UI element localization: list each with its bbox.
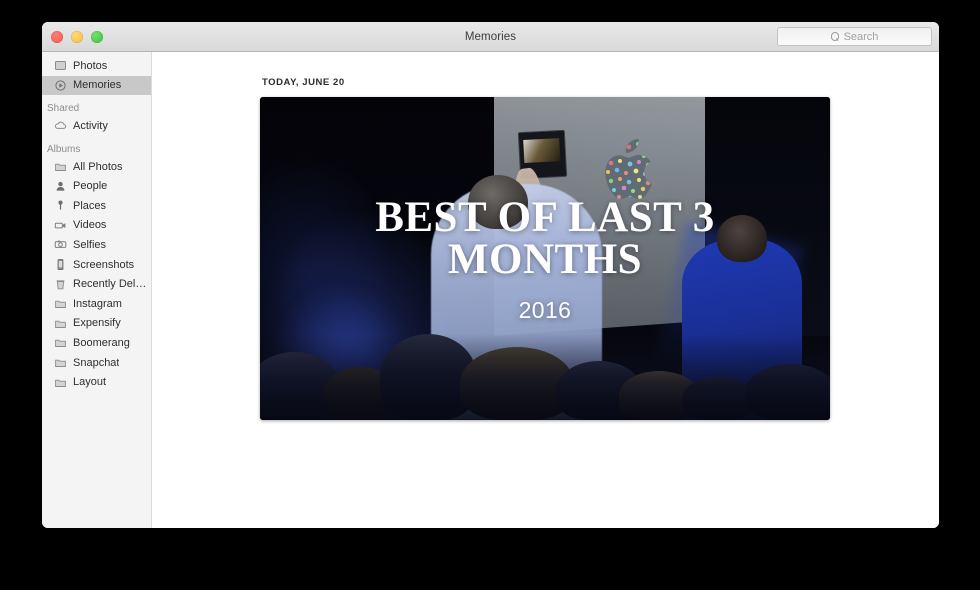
memory-photo bbox=[260, 97, 830, 420]
pin-icon bbox=[54, 199, 67, 212]
traffic-light-group bbox=[51, 31, 103, 43]
sidebar-item-label: Videos bbox=[73, 219, 107, 232]
sidebar-item-places[interactable]: Places bbox=[42, 196, 151, 216]
sidebar-item-expensify[interactable]: Expensify bbox=[42, 314, 151, 334]
sidebar-item-label: Places bbox=[73, 199, 107, 212]
album-icon bbox=[54, 356, 67, 369]
content-area: TODAY, JUNE 20 BEST OF LAST 3 MONTHS 201… bbox=[152, 52, 939, 528]
sidebar[interactable]: Photos Memories Shared Activity Albums A… bbox=[42, 52, 152, 528]
trash-icon bbox=[54, 278, 67, 291]
album-icon bbox=[54, 376, 67, 389]
sidebar-item-label: All Photos bbox=[73, 160, 123, 173]
audience-member-head bbox=[468, 174, 528, 230]
sidebar-item-all-photos[interactable]: All Photos bbox=[42, 157, 151, 177]
album-icon bbox=[54, 160, 67, 173]
search-placeholder: Search bbox=[843, 30, 879, 43]
sidebar-item-videos[interactable]: Videos bbox=[42, 216, 151, 236]
sidebar-item-recently-deleted[interactable]: Recently Dele… bbox=[42, 274, 151, 294]
sidebar-item-activity[interactable]: Activity bbox=[42, 116, 151, 136]
memories-icon bbox=[54, 79, 67, 92]
sidebar-item-label: Recently Dele… bbox=[73, 278, 151, 291]
sidebar-item-screenshots[interactable]: Screenshots bbox=[42, 255, 151, 275]
sidebar-item-label: Instagram bbox=[73, 297, 122, 310]
album-icon bbox=[54, 297, 67, 310]
video-icon bbox=[54, 219, 67, 232]
phone-icon bbox=[54, 258, 67, 271]
sidebar-item-label: Selfies bbox=[73, 238, 107, 251]
sidebar-item-label: Snapchat bbox=[73, 356, 120, 369]
minimize-window-button[interactable] bbox=[71, 31, 83, 43]
sidebar-group-albums: Albums bbox=[47, 143, 81, 155]
sidebar-item-boomerang[interactable]: Boomerang bbox=[42, 333, 151, 353]
window-titlebar[interactable]: Memories Search bbox=[42, 22, 939, 52]
sidebar-item-label: Expensify bbox=[73, 317, 121, 330]
sidebar-item-photos[interactable]: Photos bbox=[42, 56, 151, 76]
sidebar-item-instagram[interactable]: Instagram bbox=[42, 294, 151, 314]
person-icon bbox=[54, 180, 67, 193]
zoom-window-button[interactable] bbox=[91, 31, 103, 43]
search-input[interactable]: Search bbox=[777, 27, 932, 46]
audience-member-right-head bbox=[717, 214, 768, 262]
photos-app-window: Memories Search Photos Memories Shared A… bbox=[42, 22, 939, 528]
camera-icon bbox=[54, 238, 67, 251]
album-icon bbox=[54, 317, 67, 330]
sidebar-item-layout[interactable]: Layout bbox=[42, 372, 151, 392]
sidebar-item-snapchat[interactable]: Snapchat bbox=[42, 353, 151, 373]
audience-crowd bbox=[260, 271, 830, 420]
sidebar-item-label: Memories bbox=[73, 79, 122, 92]
sidebar-item-label: Boomerang bbox=[73, 336, 130, 349]
memory-card[interactable]: BEST OF LAST 3 MONTHS 2016 bbox=[260, 97, 830, 420]
apple-logo-icon bbox=[605, 138, 657, 201]
sidebar-item-memories[interactable]: Memories bbox=[42, 75, 151, 96]
sidebar-item-label: Screenshots bbox=[73, 258, 135, 271]
sidebar-group-shared: Shared bbox=[47, 103, 80, 115]
sidebar-item-label: Activity bbox=[73, 119, 108, 132]
sidebar-item-people[interactable]: People bbox=[42, 176, 151, 196]
sidebar-item-label: People bbox=[73, 180, 108, 193]
photos-icon bbox=[54, 59, 67, 72]
sidebar-item-label: Photos bbox=[73, 59, 108, 72]
sidebar-item-label: Layout bbox=[73, 376, 107, 389]
search-icon bbox=[830, 32, 840, 41]
album-icon bbox=[54, 336, 67, 349]
sidebar-item-selfies[interactable]: Selfies bbox=[42, 235, 151, 255]
window-body: Photos Memories Shared Activity Albums A… bbox=[42, 52, 939, 528]
cloud-icon bbox=[54, 119, 67, 132]
date-header: TODAY, JUNE 20 bbox=[262, 77, 345, 88]
close-window-button[interactable] bbox=[51, 31, 63, 43]
